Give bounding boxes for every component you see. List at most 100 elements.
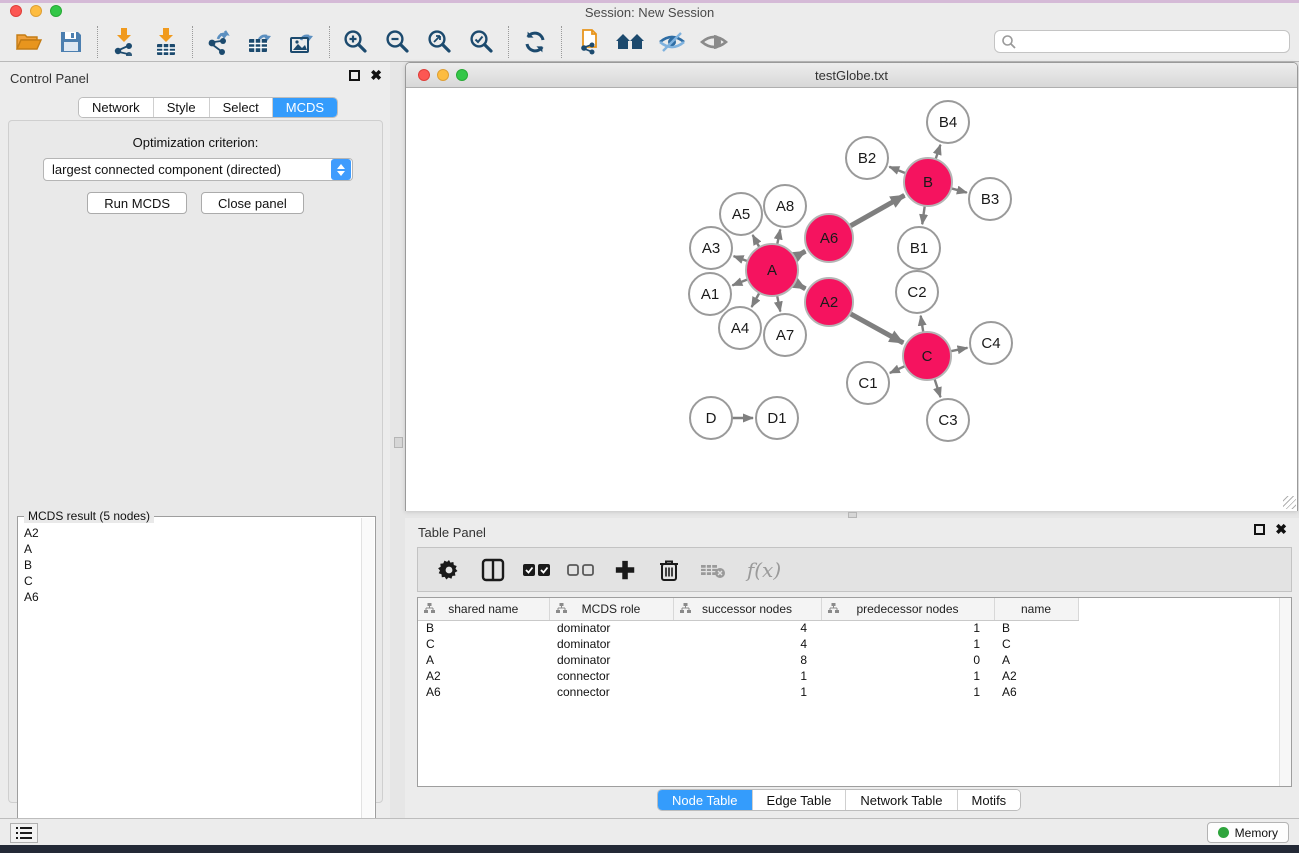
duplicate-network-icon[interactable] <box>567 24 609 60</box>
import-table-icon[interactable] <box>145 24 187 60</box>
table-cell[interactable]: B <box>418 620 549 636</box>
table-cell[interactable]: C <box>418 636 549 652</box>
mcds-result-list[interactable]: A2ABCA6 <box>19 525 360 853</box>
table-cell[interactable]: 0 <box>821 652 994 668</box>
network-window-titlebar[interactable]: testGlobe.txt <box>406 63 1297 88</box>
network-maximize-icon[interactable] <box>456 69 468 81</box>
traffic-lights[interactable] <box>10 5 62 17</box>
result-item[interactable]: B <box>19 557 360 573</box>
criterion-select[interactable]: largest connected component (directed) <box>43 158 353 181</box>
result-item[interactable]: A <box>19 541 360 557</box>
close-window-icon[interactable] <box>10 5 22 17</box>
search-field[interactable] <box>994 30 1290 53</box>
table-row[interactable]: A6connector11A6 <box>418 684 1078 700</box>
search-input[interactable] <box>1017 32 1289 51</box>
minimize-window-icon[interactable] <box>30 5 42 17</box>
network-traffic-lights[interactable] <box>418 69 468 81</box>
float-table-panel-icon[interactable] <box>1254 524 1265 535</box>
refresh-icon[interactable] <box>514 24 556 60</box>
graph-edge[interactable] <box>921 316 924 334</box>
hide-eye-icon[interactable] <box>651 24 693 60</box>
open-folder-icon[interactable] <box>8 24 50 60</box>
graph-edge[interactable] <box>732 279 748 285</box>
zoom-selected-icon[interactable] <box>461 24 503 60</box>
graph-edge[interactable] <box>777 295 780 312</box>
table-cell[interactable]: connector <box>549 684 673 700</box>
table-cell[interactable]: 8 <box>673 652 821 668</box>
graph-edge[interactable] <box>849 195 904 226</box>
table-cell[interactable]: 1 <box>821 620 994 636</box>
show-eye-icon[interactable] <box>693 24 735 60</box>
graph-edge[interactable] <box>752 292 760 307</box>
unchecked-boxes-icon[interactable] <box>566 555 596 585</box>
table-cell[interactable]: A2 <box>418 668 549 684</box>
tab-style[interactable]: Style <box>154 98 210 117</box>
table-cell[interactable]: A6 <box>418 684 549 700</box>
zoom-out-icon[interactable] <box>377 24 419 60</box>
checked-boxes-icon[interactable] <box>522 555 552 585</box>
zoom-in-icon[interactable] <box>335 24 377 60</box>
table-row[interactable]: Cdominator41C <box>418 636 1078 652</box>
graph-edge[interactable] <box>889 167 906 174</box>
graph-edge[interactable] <box>777 230 780 246</box>
table-cell[interactable]: A6 <box>994 684 1078 700</box>
graph-edge[interactable] <box>922 205 925 224</box>
result-item[interactable]: A2 <box>19 525 360 541</box>
column-header-predecessor-nodes[interactable]: predecessor nodes <box>821 598 994 620</box>
vertical-splitter-handle[interactable] <box>394 437 403 448</box>
delete-column-icon[interactable] <box>698 555 728 585</box>
table-cell[interactable]: C <box>994 636 1078 652</box>
task-history-button[interactable] <box>10 823 38 843</box>
result-item[interactable]: C <box>19 573 360 589</box>
column-header-mcds-role[interactable]: MCDS role <box>549 598 673 620</box>
close-panel-button[interactable]: Close panel <box>201 192 304 214</box>
table-cell[interactable]: dominator <box>549 620 673 636</box>
tab-select[interactable]: Select <box>210 98 273 117</box>
table-cell[interactable]: 4 <box>673 620 821 636</box>
maximize-window-icon[interactable] <box>50 5 62 17</box>
table-cell[interactable]: 1 <box>821 636 994 652</box>
resize-grip-icon[interactable] <box>1283 496 1296 509</box>
tab-network-table[interactable]: Network Table <box>846 790 957 810</box>
graph-edge[interactable] <box>734 256 749 261</box>
table-cell[interactable]: 1 <box>673 668 821 684</box>
export-network-icon[interactable] <box>198 24 240 60</box>
column-header-shared-name[interactable]: shared name <box>418 598 549 620</box>
graph-edge[interactable] <box>753 235 760 248</box>
graph-edge[interactable] <box>950 348 968 352</box>
table-cell[interactable]: dominator <box>549 652 673 668</box>
tab-edge-table[interactable]: Edge Table <box>753 790 847 810</box>
tab-network[interactable]: Network <box>79 98 154 117</box>
import-network-icon[interactable] <box>103 24 145 60</box>
graph-edge[interactable] <box>935 145 940 160</box>
graph-edge[interactable] <box>794 251 806 258</box>
tab-mcds[interactable]: MCDS <box>273 98 337 117</box>
table-scrollbar[interactable] <box>1279 598 1291 786</box>
table-cell[interactable]: B <box>994 620 1078 636</box>
graph-edge[interactable] <box>950 188 967 193</box>
zoom-fit-icon[interactable] <box>419 24 461 60</box>
graph-edge[interactable] <box>934 378 940 397</box>
graph-edge[interactable] <box>794 282 806 289</box>
tab-motifs[interactable]: Motifs <box>958 790 1021 810</box>
run-mcds-button[interactable]: Run MCDS <box>87 192 187 214</box>
table-cell[interactable]: 1 <box>673 684 821 700</box>
node-table[interactable]: shared name MCDS role successor nodes pr… <box>417 597 1292 787</box>
column-header-successor-nodes[interactable]: successor nodes <box>673 598 821 620</box>
close-table-panel-icon[interactable]: ✖ <box>1275 524 1287 535</box>
graph-edge[interactable] <box>849 313 903 343</box>
table-cell[interactable]: dominator <box>549 636 673 652</box>
table-row[interactable]: A2connector11A2 <box>418 668 1078 684</box>
table-cell[interactable]: 1 <box>821 668 994 684</box>
result-scrollbar[interactable] <box>361 518 374 853</box>
memory-button[interactable]: Memory <box>1207 822 1289 843</box>
float-panel-icon[interactable] <box>349 70 360 81</box>
export-image-icon[interactable] <box>282 24 324 60</box>
table-cell[interactable]: A2 <box>994 668 1078 684</box>
plus-icon[interactable] <box>610 555 640 585</box>
table-cell[interactable]: 4 <box>673 636 821 652</box>
graph-edge[interactable] <box>890 366 906 373</box>
columns-icon[interactable] <box>478 555 508 585</box>
table-cell[interactable]: 1 <box>821 684 994 700</box>
gear-icon[interactable] <box>434 555 464 585</box>
